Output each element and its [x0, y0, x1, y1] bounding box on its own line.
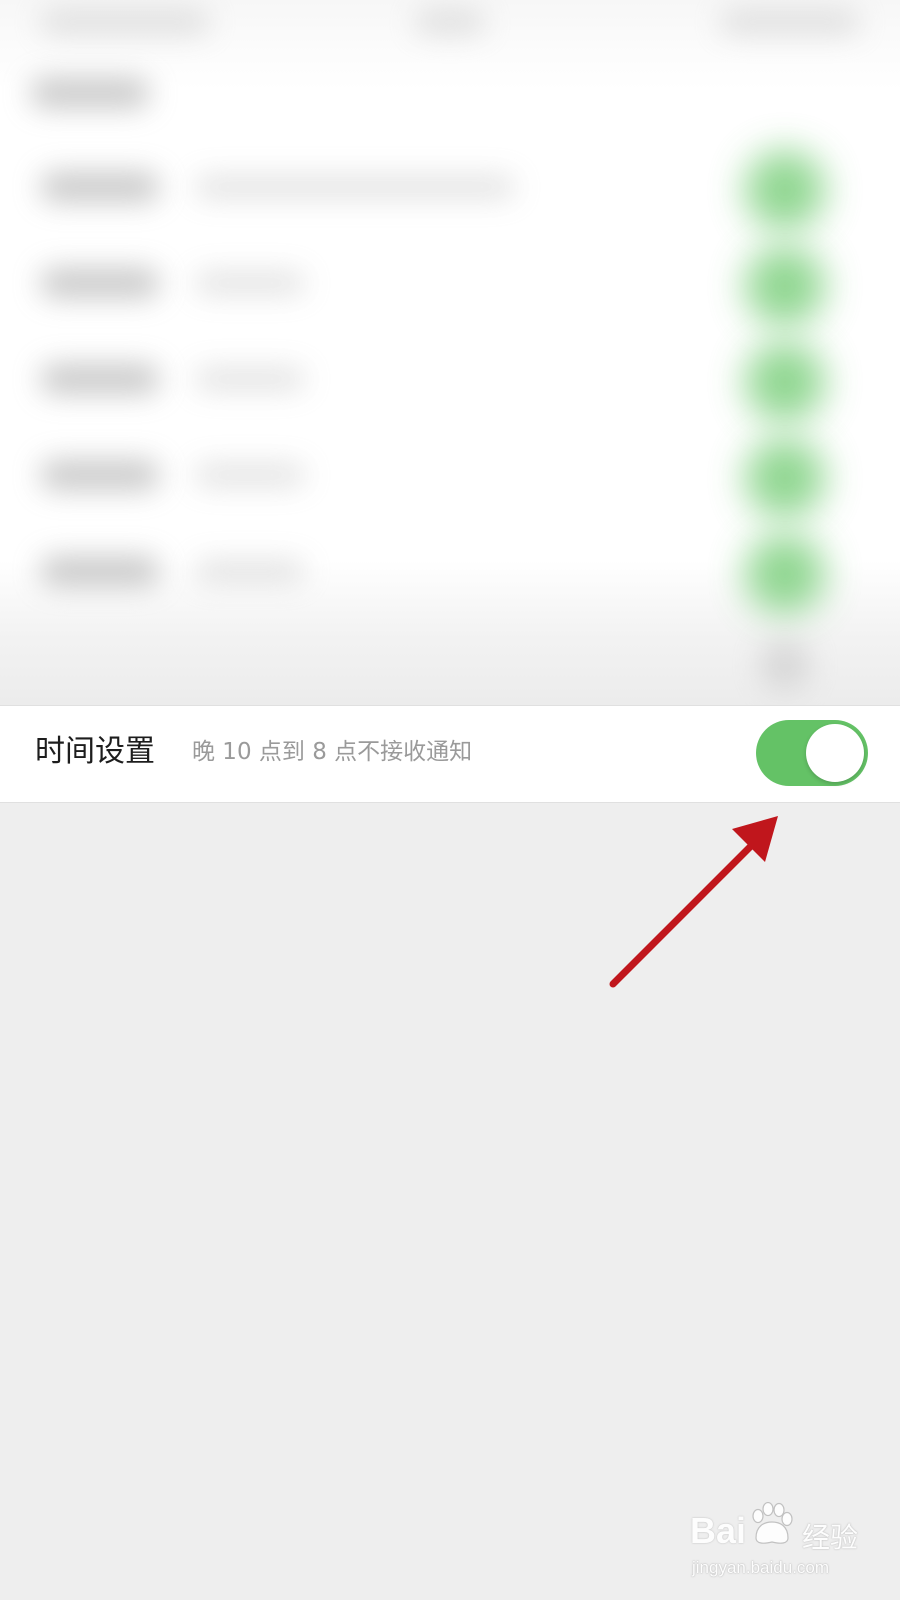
blurred-row-desc [195, 560, 305, 582]
annotation-arrow-shaft [609, 843, 754, 988]
time-setting-toggle[interactable] [756, 720, 868, 786]
watermark-brand: Bai [690, 1510, 747, 1551]
blurred-row-label [40, 364, 160, 394]
annotation-arrow-head [732, 816, 778, 862]
watermark-jingyan: 经验 [802, 1521, 859, 1554]
blurred-row-desc [195, 368, 305, 390]
blurred-row-label [40, 268, 160, 298]
blurred-toggle [745, 246, 825, 326]
blurred-toggle [745, 534, 825, 614]
time-setting-description: 晚 10 点到 8 点不接收通知 [192, 739, 473, 765]
blurred-nav-back [30, 78, 150, 108]
time-setting-row: 时间设置 晚 10 点到 8 点不接收通知 [0, 705, 900, 803]
blurred-toggle [745, 342, 825, 422]
blurred-row-label [40, 460, 160, 490]
blurred-toggle [745, 438, 825, 518]
time-setting-title: 时间设置 [35, 734, 155, 769]
blurred-row-label [40, 172, 160, 202]
blurred-toggle [745, 150, 825, 230]
blurred-row-hint [760, 640, 810, 690]
blurred-row-desc [195, 272, 305, 294]
baidu-jingyan-watermark: Bai 经验 jingyan.baidu.com [684, 1500, 884, 1590]
watermark-url: jingyan.baidu.com [692, 1558, 830, 1577]
blurred-row-desc [195, 176, 515, 198]
blurred-status-bar-center [415, 10, 485, 34]
toggle-knob [806, 724, 864, 782]
blurred-status-bar [40, 10, 210, 34]
blurred-content-area [0, 0, 900, 705]
blurred-row-desc [195, 464, 305, 486]
blurred-row-label [40, 556, 160, 586]
blurred-status-bar-right [720, 10, 860, 34]
paw-logo-icon [752, 1502, 793, 1544]
